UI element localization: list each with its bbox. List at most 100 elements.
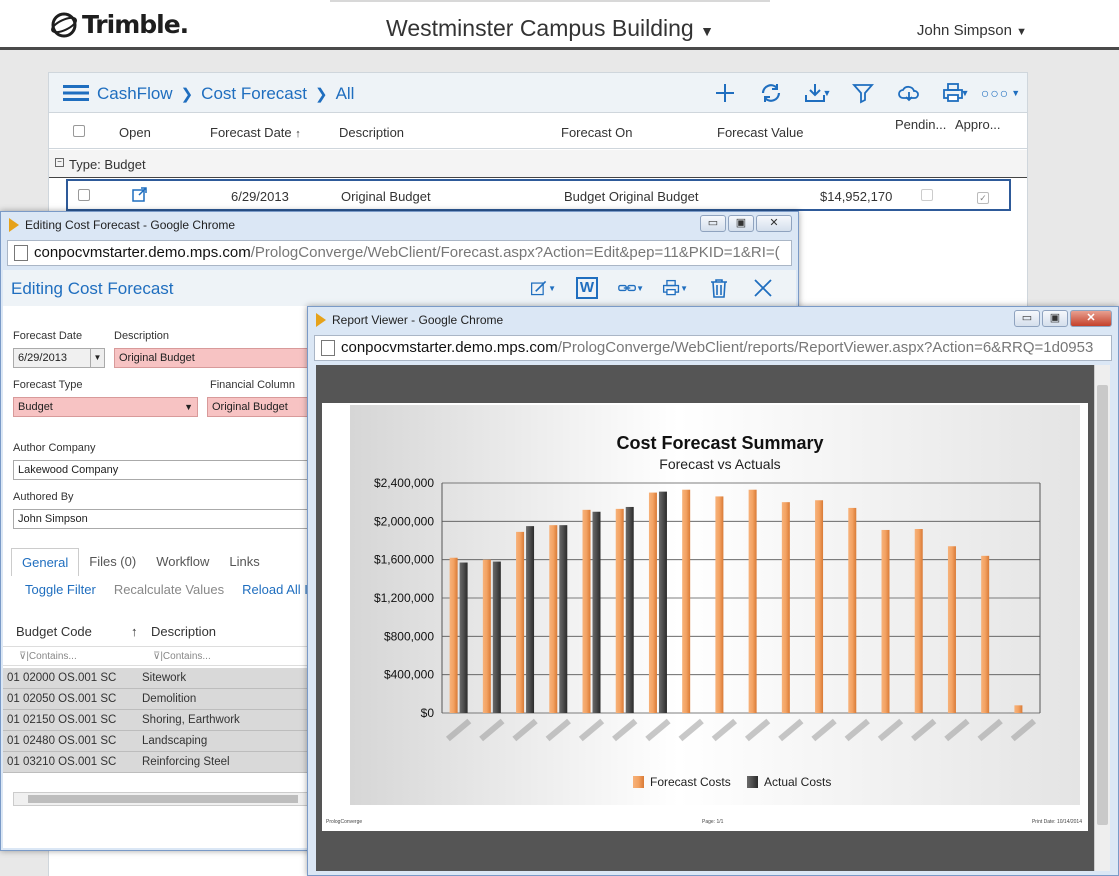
filter-icon[interactable]	[847, 80, 879, 106]
refresh-icon[interactable]	[755, 80, 787, 106]
tab-workflow[interactable]: Workflow	[146, 548, 219, 576]
edit-window-titlebar[interactable]: Editing Cost Forecast - Google Chrome ▭ …	[1, 212, 798, 238]
bar-actual-costs	[592, 511, 601, 713]
toggle-filter-link[interactable]: Toggle Filter	[25, 582, 96, 597]
tab-links[interactable]: Links	[219, 548, 269, 576]
row-approved-checkbox[interactable]: ✓	[977, 189, 989, 204]
plus-icon[interactable]	[709, 80, 741, 106]
chevron-down-icon: ▼	[822, 88, 832, 98]
budget-description-filter[interactable]: ⊽|Contains...	[153, 651, 211, 662]
group-row[interactable]: − Type: Budget	[49, 150, 1027, 178]
forecast-date-value: 6/29/2013	[18, 352, 67, 364]
authored-by-input[interactable]: John Simpson	[13, 509, 313, 529]
link-icon[interactable]: ▼	[618, 276, 644, 300]
y-tick-label: $2,400,000	[374, 476, 434, 490]
print-icon[interactable]: ▼	[939, 80, 971, 106]
row-checkbox[interactable]	[78, 189, 90, 204]
maximize-icon[interactable]: ▣	[1042, 310, 1068, 327]
column-description[interactable]: Description	[339, 125, 404, 140]
budget-filter-row: ⊽|Contains... ⊽|Contains...	[3, 646, 313, 666]
description-label: Description	[114, 330, 170, 342]
column-forecast-date[interactable]: Forecast Date ↑	[210, 125, 301, 140]
row-pending-checkbox[interactable]	[921, 189, 933, 204]
table-row[interactable]: 01 02150 OS.001 SC Shoring, Earthwork	[3, 710, 313, 731]
report-address-bar[interactable]: conpocvmstarter.demo.mps.com/PrologConve…	[314, 335, 1112, 361]
app-header: Trimble. Westminster Campus Building ▼ J…	[0, 0, 1119, 50]
financial-column-select[interactable]: Original Budget	[207, 397, 311, 417]
report-window-titlebar[interactable]: Report Viewer - Google Chrome ▭ ▣ ✕	[308, 307, 1118, 333]
bar-actual-costs	[625, 506, 634, 713]
x-tick-label-blurred	[744, 718, 771, 742]
horizontal-scrollbar[interactable]	[13, 792, 313, 806]
scrollbar-thumb[interactable]	[28, 795, 298, 803]
bar-actual-costs	[492, 561, 501, 713]
grid-actions: Toggle Filter Recalculate Values Reload …	[25, 582, 308, 597]
column-forecast-on[interactable]: Forecast On	[561, 125, 633, 140]
user-menu[interactable]: John Simpson ▼	[917, 22, 1027, 39]
download-icon[interactable]: ▼	[801, 80, 833, 106]
collapse-icon[interactable]: −	[55, 158, 64, 167]
minimize-icon[interactable]: ▭	[700, 215, 726, 232]
delete-icon[interactable]	[706, 276, 732, 300]
tab-general[interactable]: General	[11, 548, 80, 576]
bar-actual-costs	[459, 562, 468, 713]
more-icon[interactable]: ○○○ ▼	[981, 80, 1020, 106]
chevron-down-icon: ▼	[1016, 26, 1027, 38]
table-row[interactable]: 01 03210 OS.001 SC Reinforcing Steel	[3, 752, 313, 773]
chart-subtitle: Forecast vs Actuals	[659, 456, 780, 472]
description-input[interactable]: Original Budget	[114, 348, 314, 368]
table-row[interactable]: 6/29/2013 Original Budget Budget Origina…	[66, 179, 1011, 211]
row-description: Original Budget	[341, 189, 431, 204]
chevron-right-icon: ❯	[314, 86, 328, 103]
column-forecast-value[interactable]: Forecast Value	[717, 125, 803, 140]
recalculate-values-link[interactable]: Recalculate Values	[114, 582, 224, 597]
chevron-down-icon: ▼	[1011, 88, 1022, 98]
breadcrumb-cashflow[interactable]: CashFlow	[97, 84, 173, 104]
column-approved[interactable]: Appro...	[955, 117, 1001, 132]
legend-label-actual: Actual Costs	[764, 775, 831, 789]
menu-icon[interactable]	[63, 85, 89, 101]
close-icon[interactable]	[750, 276, 776, 300]
budget-code-filter[interactable]: ⊽|Contains...	[19, 651, 77, 662]
scrollbar-thumb[interactable]	[1097, 385, 1108, 825]
bar-forecast-costs	[881, 529, 890, 713]
column-budget-description[interactable]: Description	[151, 624, 216, 639]
open-record-icon[interactable]	[132, 186, 148, 205]
cloud-icon[interactable]	[893, 80, 925, 106]
vertical-scrollbar[interactable]	[1094, 365, 1110, 871]
column-open[interactable]: Open	[119, 125, 151, 140]
breadcrumb-cost-forecast[interactable]: Cost Forecast	[201, 84, 307, 104]
table-row[interactable]: 01 02480 OS.001 SC Landscaping	[3, 731, 313, 752]
report-viewer-window: Report Viewer - Google Chrome ▭ ▣ ✕ conp…	[307, 306, 1119, 876]
close-icon[interactable]: ✕	[756, 215, 792, 232]
close-icon[interactable]: ✕	[1070, 310, 1112, 327]
forecast-type-select[interactable]: Budget ▼	[13, 397, 198, 417]
edit-address-bar[interactable]: conpocvmstarter.demo.mps.com/PrologConve…	[7, 240, 792, 266]
table-row[interactable]: 01 02000 OS.001 SC Sitework	[3, 668, 313, 689]
tab-files[interactable]: Files (0)	[79, 548, 146, 576]
chevron-down-icon[interactable]: ▼	[90, 349, 104, 367]
maximize-icon[interactable]: ▣	[728, 215, 754, 232]
word-export-icon[interactable]: W	[574, 276, 600, 300]
edit-icon[interactable]: ▼	[530, 276, 556, 300]
x-tick-label-blurred	[811, 718, 837, 742]
x-tick-label-blurred	[645, 718, 671, 742]
forecast-date-input[interactable]: 6/29/2013 ▼	[13, 348, 105, 368]
bar-forecast-costs	[815, 500, 824, 713]
url-path: /PrologConverge/WebClient/Forecast.aspx?…	[250, 244, 780, 261]
project-selector[interactable]: Westminster Campus Building ▼	[330, 0, 770, 50]
footer-print-date: Print Date: 10/14/2014	[1031, 819, 1082, 825]
forecast-type-value: Budget	[18, 401, 53, 413]
x-tick-label-blurred	[612, 718, 638, 742]
minimize-icon[interactable]: ▭	[1014, 310, 1040, 327]
select-all-checkbox[interactable]	[73, 125, 85, 140]
print-icon[interactable]: ▼	[662, 276, 688, 300]
table-row[interactable]: 01 02050 OS.001 SC Demolition	[3, 689, 313, 710]
reload-all-link[interactable]: Reload All I	[242, 582, 308, 597]
breadcrumb-all[interactable]: All	[336, 84, 355, 104]
trimble-logo[interactable]: Trimble.	[50, 10, 189, 39]
column-pending[interactable]: Pendin...	[895, 117, 946, 132]
x-tick-label-blurred	[1010, 718, 1037, 742]
author-company-input[interactable]: Lakewood Company	[13, 460, 313, 480]
column-budget-code[interactable]: Budget Code	[16, 624, 92, 639]
